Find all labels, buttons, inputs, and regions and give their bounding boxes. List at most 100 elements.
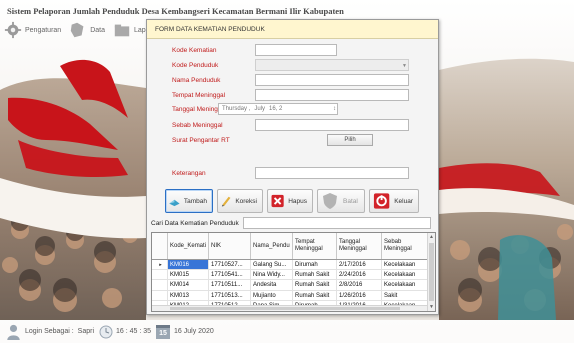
table-row[interactable]: KM015 17710541... Nina Widy... Rumah Sak… [152,270,429,281]
keluar-label: Keluar [394,197,413,205]
col-header-nama[interactable]: Nama_Pendu [251,233,293,259]
calendar-icon: 15 [156,324,171,339]
row-indicator [152,270,168,280]
nama-penduduk-label: Nama Penduduk [172,76,221,84]
cell-kode[interactable]: KM016 [168,260,209,270]
search-row: Cari Data Kematian Penduduk [151,217,239,230]
col-header-nik[interactable]: NIK [209,233,251,259]
scroll-up-icon[interactable]: ▲ [428,233,435,241]
cell-tempat[interactable]: Rumah Sakit [293,270,337,280]
vertical-scrollbar[interactable]: ▲ ▼ [427,233,435,311]
action-buttons: Tambah Koreksi Hapus Batal Keluar [165,189,423,215]
data-grid[interactable]: Kode_Kemati NIK Nama_Pendu Tempat Mening… [151,232,436,312]
cell-nik[interactable]: 17710541... [209,270,251,280]
batal-button[interactable]: Batal [317,189,365,213]
nama-penduduk-input[interactable] [255,74,409,86]
horizontal-scroll-thumb[interactable] [170,307,400,310]
cell-nik[interactable]: 17710527... [209,260,251,270]
hapus-label: Hapus [288,197,307,205]
exit-icon [373,193,390,209]
cell-sebab[interactable]: Kecelakaan [382,270,429,279]
search-input[interactable] [243,217,431,229]
kode-kematian-input[interactable] [255,44,337,56]
col-header-kode[interactable]: Kode_Kemati [168,233,209,259]
grid-viewport: Kode_Kemati NIK Nama_Pendu Tempat Mening… [152,233,429,311]
kode-kematian-label: Kode Kematian [172,46,217,54]
cell-sebab[interactable]: Kecelakaan [382,260,429,269]
cell-kode[interactable]: KM013 [168,290,209,300]
sebab-meninggal-label: Sebab Meninggal [172,121,223,129]
cell-tanggal[interactable]: 1/26/2016 [337,290,382,300]
col-header-tempat[interactable]: Tempat Meninggal [293,233,337,259]
keterangan-label: Keterangan [172,169,206,177]
row-indicator [152,280,168,290]
keluar-button[interactable]: Keluar [369,189,419,213]
menu-data[interactable]: Data [69,21,105,39]
table-row[interactable]: KM013 17710513... Mujianto Rumah Sakit 1… [152,290,429,301]
cell-nama[interactable]: Mujianto [251,290,293,300]
cell-tempat[interactable]: Rumah Sakit [293,280,337,290]
tambah-label: Tambah [183,197,207,205]
gear-icon [4,21,22,39]
kode-penduduk-label: Kode Penduduk [172,61,219,69]
cell-kode[interactable]: KM015 [168,270,209,280]
tambah-button[interactable]: Tambah [165,189,213,213]
date-year: 16, 2 [269,106,283,112]
tempat-meninggal-input[interactable] [255,89,409,101]
cell-tanggal[interactable]: 2/24/2016 [337,270,382,280]
scroll-down-icon[interactable]: ▼ [428,303,435,311]
spinner-icon: ↕ [333,106,336,112]
menu-data-label: Data [90,26,105,34]
kode-penduduk-select[interactable]: ▼ [255,59,409,71]
cell-tempat[interactable]: Dirumah [293,260,337,270]
cell-tanggal[interactable]: 2/17/2016 [337,260,382,270]
cell-sebab[interactable]: Sakit [382,291,429,300]
chevron-down-icon: ▼ [402,63,407,69]
current-date: 16 July 2020 [174,328,214,335]
menu-pengaturan[interactable]: Pengaturan [4,21,61,39]
tanggal-meninggal-picker[interactable]: Thursday , July 16, 2 ↕ [218,103,338,115]
koreksi-label: Koreksi [235,197,257,205]
menu-pengaturan-label: Pengaturan [25,26,62,34]
add-icon [169,199,180,207]
menubar: Pengaturan Data Lap [4,18,154,42]
cell-nama[interactable]: Andesita [251,280,293,290]
app-window: Sistem Pelaporan Jumlah Penduduk Desa Ke… [0,0,574,343]
pilih-button[interactable]: Pilih [327,134,373,146]
dialog-title: FORM DATA KEMATIAN PENDUDUK [147,20,438,39]
batal-label: Batal [343,197,358,205]
cell-nik[interactable]: 17710511... [209,280,251,290]
cell-nama[interactable]: Galang Su... [251,260,293,270]
col-header-tanggal[interactable]: Tanggal Meninggal [337,233,382,259]
cell-tanggal[interactable]: 2/8/2016 [337,280,382,290]
date-day: Thursday , [222,106,251,112]
table-row[interactable]: ▸ KM016 17710527... Galang Su... Dirumah… [152,260,429,271]
col-header-sebab[interactable]: Sebab Meninggal [382,233,429,259]
login-label: Login Sebagai : [25,328,74,335]
cell-nik[interactable]: 17710513... [209,290,251,300]
hapus-button[interactable]: Hapus [267,189,313,213]
menu-laporan-label: Lap [134,26,146,34]
vertical-scroll-thumb[interactable] [429,243,434,301]
cell-sebab[interactable]: Kecelakaan [382,280,429,289]
horizontal-scrollbar[interactable] [152,305,429,311]
sebab-meninggal-input[interactable] [255,119,409,131]
tempat-meninggal-label: Tempat Meninggal [172,91,226,99]
keterangan-input[interactable] [255,167,409,179]
clock-time: 16 : 45 : 35 [116,328,152,335]
koreksi-button[interactable]: Koreksi [217,189,263,213]
table-row[interactable]: KM014 17710511... Andesita Rumah Sakit 2… [152,280,429,291]
pencil-icon [221,196,231,207]
cell-kode[interactable]: KM014 [168,280,209,290]
cell-nama[interactable]: Nina Widy... [251,270,293,280]
grid-header-indicator [152,233,168,259]
status-bar: Login Sebagai : Sapri 16 : 45 : 35 15 16… [0,320,574,343]
surat-pengantar-label: Surat Pengantar RT [172,136,230,144]
menu-laporan[interactable]: Lap [113,21,146,39]
row-indicator [152,290,168,300]
form-kematian-dialog: FORM DATA KEMATIAN PENDUDUK Kode Kematia… [146,19,439,315]
delete-icon [271,194,284,208]
cell-tempat[interactable]: Rumah Sakit [293,290,337,300]
search-label: Cari Data Kematian Penduduk [151,220,239,227]
user-icon [7,324,20,340]
